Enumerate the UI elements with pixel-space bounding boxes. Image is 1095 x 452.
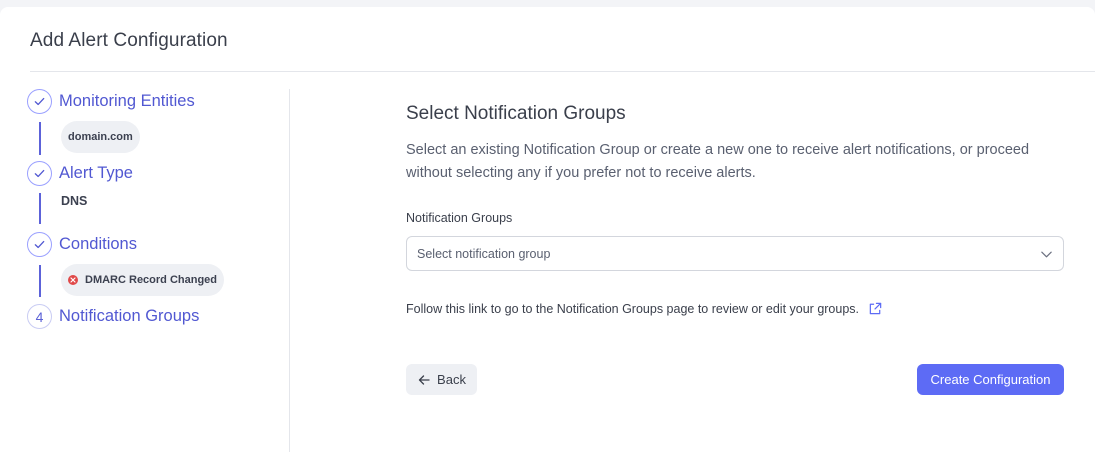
page-title: Add Alert Configuration	[30, 30, 228, 51]
arrow-left-icon	[418, 374, 430, 385]
step-complete-check-icon	[27, 161, 52, 186]
step-notification-groups[interactable]: Notification Groups	[59, 307, 199, 326]
panel-divider	[289, 89, 290, 452]
section-title: Select Notification Groups	[406, 103, 626, 124]
condition-chip: DMARC Record Changed	[61, 264, 225, 296]
error-x-icon	[68, 275, 78, 285]
step-alert-type[interactable]: Alert Type	[59, 164, 133, 183]
link-description: Follow this link to go to the Notificati…	[406, 301, 860, 316]
step-connector	[39, 122, 41, 155]
step-connector	[39, 193, 41, 224]
chip-label: domain.com	[68, 131, 133, 143]
step-connector	[39, 265, 41, 297]
back-button[interactable]: Back	[406, 364, 477, 395]
create-button-label: Create Configuration	[930, 372, 1051, 387]
step-monitoring-entities[interactable]: Monitoring Entities	[59, 92, 195, 111]
step-complete-check-icon	[27, 89, 52, 114]
section-description: Select an existing Notification Group or…	[406, 142, 1030, 181]
notification-group-select[interactable]: Select notification group	[406, 236, 1064, 271]
step-value-text: DNS	[61, 194, 88, 208]
create-configuration-button[interactable]: Create Configuration	[917, 364, 1064, 395]
alert-config-card: Add Alert Configuration Monitoring Entit…	[0, 7, 1095, 452]
external-link-icon[interactable]	[868, 301, 883, 316]
back-button-label: Back	[437, 372, 466, 387]
notification-groups-link-row: Follow this link to go to the Notificati…	[406, 301, 883, 316]
chip-label: DMARC Record Changed	[85, 274, 218, 286]
step-number: 4	[35, 308, 44, 325]
chevron-down-icon	[1041, 251, 1052, 258]
step-complete-check-icon	[27, 232, 52, 257]
notification-groups-label: Notification Groups	[406, 211, 513, 225]
step-value-chip: domain.com	[61, 121, 140, 153]
step-number-badge: 4	[27, 304, 52, 329]
header-divider	[30, 71, 1095, 72]
select-placeholder: Select notification group	[417, 246, 551, 261]
step-conditions[interactable]: Conditions	[59, 235, 137, 254]
